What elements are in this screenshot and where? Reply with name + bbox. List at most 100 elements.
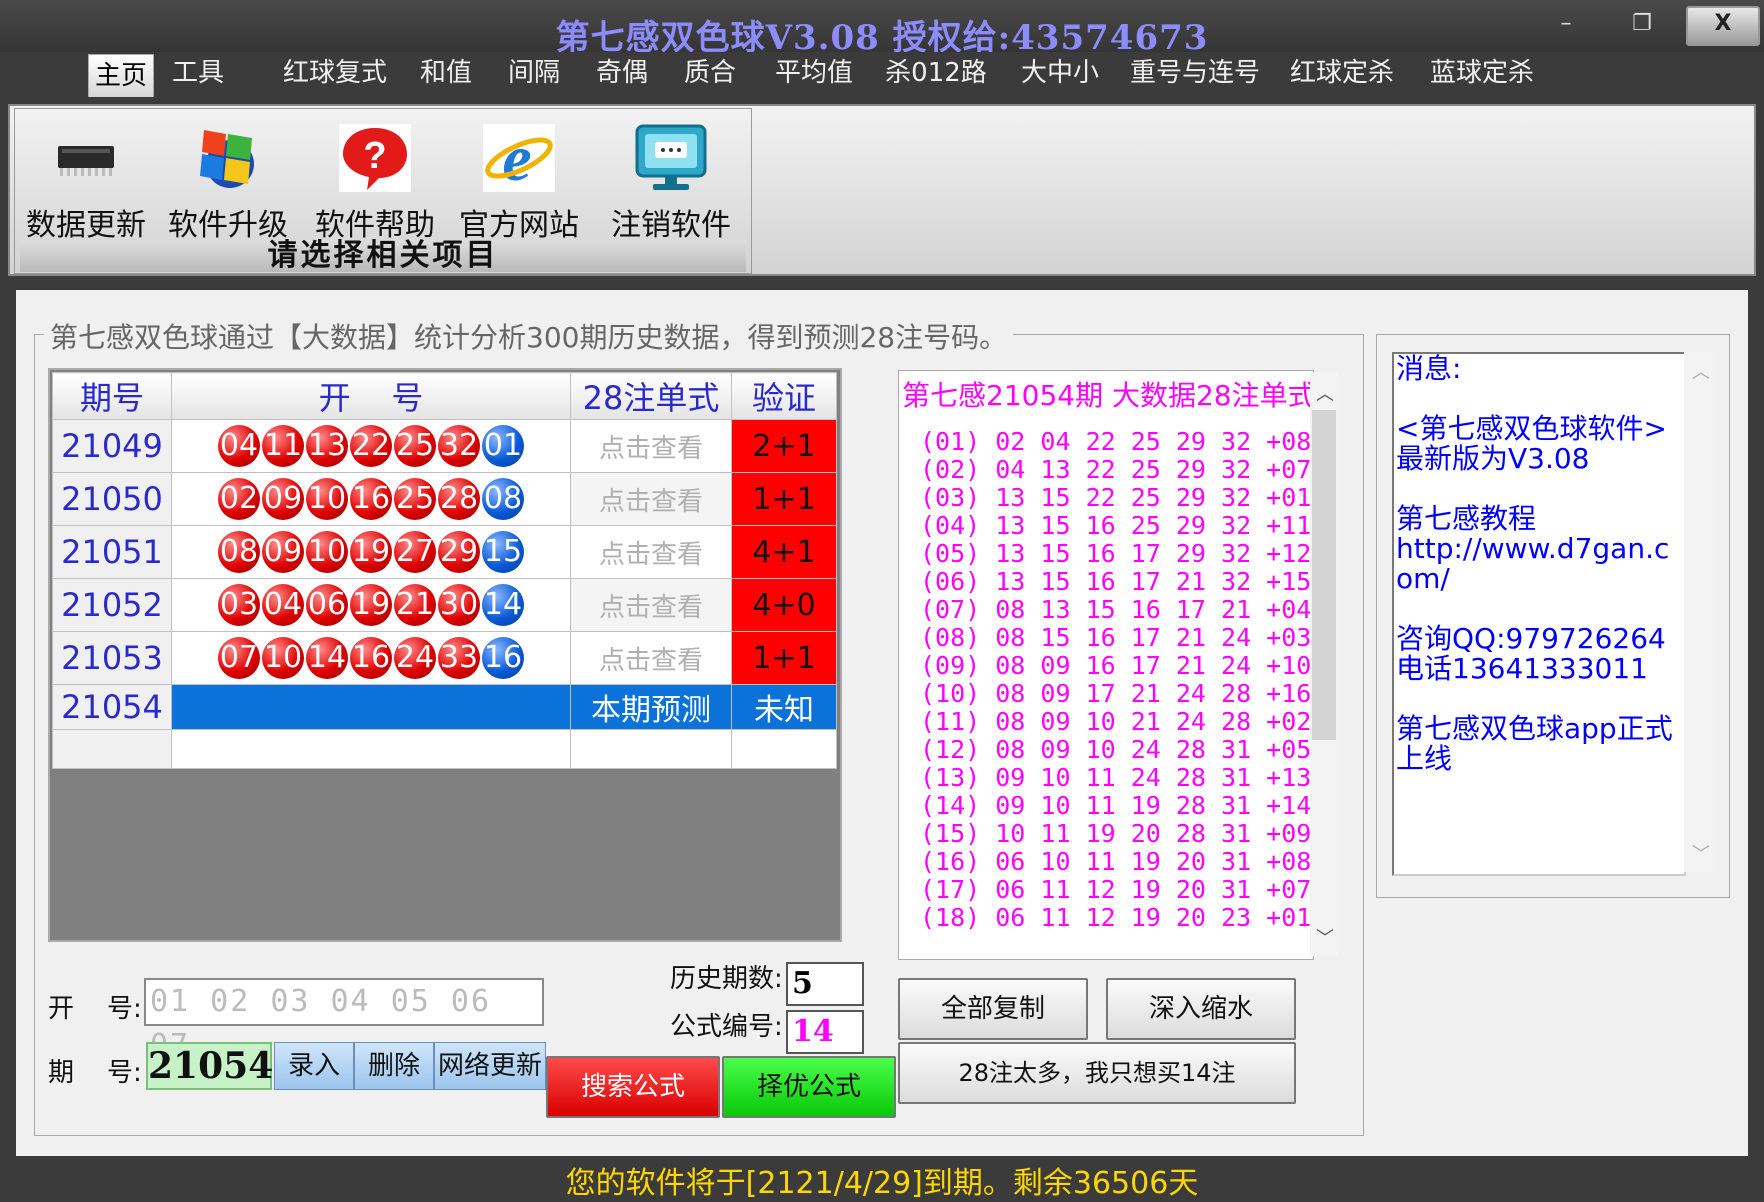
optimize-formula-button[interactable]: 择优公式	[722, 1056, 896, 1118]
tab-home[interactable]: 主页	[88, 54, 154, 97]
red-ball: 02	[218, 478, 260, 520]
prediction-line: (12) 08 09 10 24 28 31 +05	[920, 735, 1312, 764]
red-ball: 27	[394, 531, 436, 573]
tab-sum[interactable]: 和值	[414, 52, 478, 94]
red-ball: 09	[262, 478, 304, 520]
group-title: 第七感双色球通过【大数据】统计分析300期历史数据，得到预测28注号码。	[44, 316, 1014, 356]
formula-number-label: 公式编号:	[670, 1012, 783, 1042]
minimize-button[interactable]: –	[1540, 6, 1592, 42]
chip-icon	[48, 122, 124, 194]
software-help-button[interactable]: ? 软件帮助	[308, 122, 442, 244]
red-ball: 11	[262, 425, 304, 467]
issue-cell: 21051	[52, 525, 172, 579]
prediction-lines: (01) 02 04 22 25 29 32 +08 (02) 04 13 22 …	[920, 428, 1311, 932]
kaihao-label: 开 号:	[48, 994, 142, 1024]
prediction-line: (17) 06 11 12 19 20 31 +07	[920, 875, 1312, 904]
issue-cell: 21052	[52, 578, 172, 632]
red-ball: 25	[394, 478, 436, 520]
tab-red-kill[interactable]: 红球定杀	[1284, 52, 1400, 94]
prediction-bar	[171, 684, 571, 730]
tab-prime-composite[interactable]: 质合	[678, 52, 742, 94]
prediction-line: (03) 13 15 22 25 29 32 +01	[920, 483, 1312, 512]
red-ball: 03	[218, 584, 260, 626]
red-ball: 30	[438, 584, 480, 626]
prediction-line: (18) 06 11 12 19 20 23 +01	[920, 903, 1312, 932]
search-formula-button[interactable]: 搜索公式	[546, 1056, 720, 1118]
close-button[interactable]: X	[1686, 6, 1760, 46]
scroll-down-icon[interactable]: ﹀	[1316, 924, 1334, 950]
view-link[interactable]: 点击查看	[570, 631, 732, 685]
scroll-up-icon[interactable]: ︿	[1692, 358, 1710, 384]
tab-odd-even[interactable]: 奇偶	[590, 52, 654, 94]
prediction-line: (13) 09 10 11 24 28 31 +13	[920, 763, 1312, 792]
empty-cell	[171, 729, 571, 769]
issue-cell: 21053	[52, 631, 172, 685]
ribbon-caption: 请选择相关项目	[20, 240, 746, 272]
svg-text:e: e	[502, 122, 531, 194]
data-update-button[interactable]: 数据更新	[24, 122, 148, 244]
logout-software-button[interactable]: 注销软件	[604, 122, 738, 244]
issue-input[interactable]: 21054	[146, 1042, 273, 1090]
balls-cell: 08 09 10 19 27 29 15	[171, 525, 571, 579]
red-ball: 10	[306, 478, 348, 520]
issue-cell: 21049	[52, 419, 172, 473]
red-ball: 21	[394, 584, 436, 626]
prediction-verify: 未知	[731, 684, 837, 730]
copy-all-button[interactable]: 全部复制	[898, 978, 1088, 1040]
red-ball: 13	[306, 425, 348, 467]
col-issue: 期号	[52, 372, 172, 420]
col-verify: 验证	[731, 372, 837, 420]
tab-tools[interactable]: 工具	[166, 52, 230, 94]
red-ball: 14	[306, 637, 348, 679]
scroll-up-icon[interactable]: ︿	[1316, 380, 1334, 406]
formula-number-input[interactable]: 14	[786, 1010, 864, 1054]
software-upgrade-button[interactable]: 软件升级	[166, 122, 290, 244]
red-ball: 24	[394, 637, 436, 679]
red-ball: 16	[350, 478, 392, 520]
verify-cell: 4+1	[731, 525, 837, 579]
buy-14-button[interactable]: 28注太多，我只想买14注	[898, 1042, 1296, 1104]
message-scrollbar[interactable]: ︿ ﹀	[1684, 352, 1714, 872]
red-ball: 19	[350, 531, 392, 573]
red-ball: 09	[262, 531, 304, 573]
maximize-button[interactable]: ❐	[1616, 6, 1668, 42]
prediction-scroll-thumb[interactable]	[1312, 410, 1336, 740]
red-ball: 22	[350, 425, 392, 467]
ie-browser-icon: e	[481, 122, 557, 195]
red-ball: 19	[350, 584, 392, 626]
tab-interval[interactable]: 间隔	[502, 52, 566, 94]
prediction-line: (15) 10 11 19 20 28 31 +09	[920, 819, 1312, 848]
delete-button[interactable]: 删除	[354, 1042, 434, 1090]
view-link[interactable]: 点击查看	[570, 419, 732, 473]
official-site-button[interactable]: e 官方网站	[452, 122, 586, 244]
deep-shrink-button[interactable]: 深入缩水	[1106, 978, 1296, 1040]
network-update-button[interactable]: 网络更新	[434, 1042, 546, 1090]
verify-cell: 1+1	[731, 472, 837, 526]
prediction-title: 第七感21054期 大数据28注单式	[902, 379, 1316, 412]
view-link[interactable]: 点击查看	[570, 578, 732, 632]
prediction-line: (01) 02 04 22 25 29 32 +08	[920, 427, 1312, 456]
view-link[interactable]: 点击查看	[570, 525, 732, 579]
tab-big-mid-small[interactable]: 大中小	[1012, 52, 1108, 94]
view-link[interactable]: 点击查看	[570, 472, 732, 526]
tab-average[interactable]: 平均值	[766, 52, 862, 94]
empty-cell	[570, 729, 732, 769]
prediction-line: (02) 04 13 22 25 29 32 +07	[920, 455, 1312, 484]
tab-kill-012[interactable]: 杀012路	[880, 52, 992, 94]
enter-button[interactable]: 录入	[274, 1042, 354, 1090]
red-ball: 07	[218, 637, 260, 679]
balls-cell: 02 09 10 16 25 28 08	[171, 472, 571, 526]
kaihao-input[interactable]: 01 02 03 04 05 06 07	[144, 978, 544, 1063]
scroll-down-icon[interactable]: ﹀	[1692, 840, 1710, 866]
history-count-input[interactable]: 5	[786, 962, 864, 1006]
tab-repeat-consecutive[interactable]: 重号与连号	[1130, 52, 1260, 94]
tab-blue-kill[interactable]: 蓝球定杀	[1424, 52, 1540, 94]
verify-cell: 4+0	[731, 578, 837, 632]
history-count-label: 历史期数:	[670, 964, 783, 994]
expiry-status: 您的软件将于[2121/4/29]到期。剩余36506天	[565, 1166, 1199, 1201]
verify-cell: 1+1	[731, 631, 837, 685]
table-row: 21053 07 10 14 16 24 33 16 点击查看 1+1	[52, 631, 837, 685]
prediction-row[interactable]: 21054 本期预测 未知	[52, 684, 837, 730]
red-ball: 10	[306, 531, 348, 573]
tab-red-compound[interactable]: 红球复式	[280, 52, 390, 94]
